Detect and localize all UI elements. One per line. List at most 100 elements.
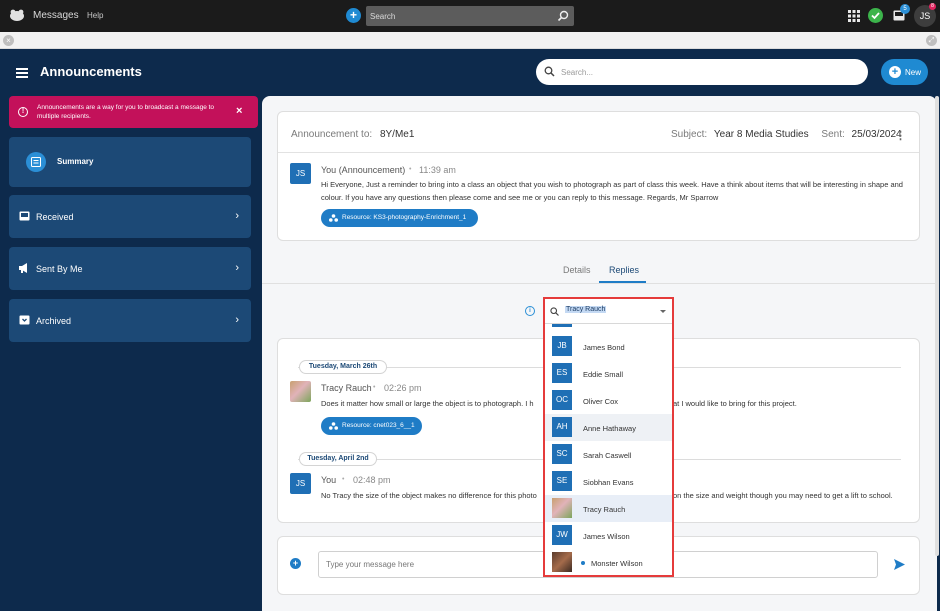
avatar <box>552 498 572 518</box>
recipient-select[interactable]: Tracy Rauch <box>545 299 672 324</box>
add-attachment-button[interactable]: + <box>290 558 301 569</box>
message-author: Tracy Rauch <box>321 383 372 393</box>
page-title: Announcements <box>40 64 142 79</box>
sidebar-item-label: Sent By Me <box>36 264 83 274</box>
list-item[interactable]: ES Eddie Small <box>545 360 672 387</box>
subject-label: Subject: <box>671 129 708 140</box>
resource-attachment[interactable]: Resource: KS3-photography-Enrichment_1 <box>321 209 478 227</box>
close-icon[interactable]: × <box>3 35 14 46</box>
resource-label: Resource: KS3-photography-Enrichment_1 <box>342 214 467 221</box>
list-icon <box>26 152 46 172</box>
separator-dot: • <box>373 384 376 391</box>
chevron-right-icon: › <box>235 262 239 274</box>
inbox-icon <box>19 211 30 221</box>
plus-icon: + <box>889 66 901 78</box>
sent-label: Sent: <box>821 129 845 140</box>
message-author: You <box>321 475 337 485</box>
tab-replies[interactable]: Replies <box>609 265 639 275</box>
recipient-name: Tracy Rauch <box>583 505 626 514</box>
search-icon <box>544 66 555 77</box>
separator-dot: • <box>342 476 345 483</box>
avatar: SC <box>552 444 572 464</box>
recipient-name: James Bond <box>583 343 625 352</box>
sidebar-item-label: Archived <box>36 316 72 326</box>
avatar: ES <box>552 363 572 383</box>
notification-badge: 8 <box>929 3 936 10</box>
top-bar: Messages Help + 5 JS 8 <box>0 0 940 32</box>
recipient-search-value[interactable]: Tracy Rauch <box>565 306 607 313</box>
list-item[interactable]: AH Anne Hathaway <box>545 414 672 441</box>
recipient-name: Siobhan Evans <box>583 478 634 487</box>
global-search-input[interactable] <box>370 6 550 26</box>
date-separator: Tuesday, March 26th <box>299 360 387 374</box>
recipient-name: James Wilson <box>583 532 630 541</box>
status-check-icon[interactable] <box>868 8 883 23</box>
tab-details[interactable]: Details <box>563 265 591 275</box>
more-options-icon[interactable]: ⋮ <box>895 129 906 142</box>
resource-icon <box>329 422 338 430</box>
info-icon: ! <box>18 107 28 117</box>
avatar: JW <box>552 525 572 545</box>
message-body: Does it matter how small or large the ob… <box>321 399 534 408</box>
search-icon[interactable] <box>557 10 569 22</box>
info-icon[interactable]: i <box>525 306 535 316</box>
announcement-to-value: 8Y/Me1 <box>379 129 415 140</box>
subject-value: Year 8 Media Studies <box>713 129 809 140</box>
app-logo-icon[interactable] <box>9 9 25 22</box>
list-item[interactable]: SC Sarah Caswell <box>545 441 672 468</box>
apps-grid-icon[interactable] <box>848 10 860 22</box>
announcement-meta: Subject: Year 8 Media Studies Sent: 25/0… <box>671 129 902 140</box>
list-item[interactable]: JW James Wilson <box>545 522 672 549</box>
sidebar-item-summary[interactable]: Summary <box>9 137 251 187</box>
search-icon <box>550 307 559 316</box>
recipient-name: Anne Hathaway <box>583 424 636 433</box>
recipient-dropdown[interactable]: Tracy Rauch JB James Bond ES Eddie Small… <box>543 297 674 577</box>
avatar: OC <box>552 390 572 410</box>
sidebar-item-received[interactable]: Received › <box>9 195 251 238</box>
megaphone-icon <box>19 263 27 273</box>
sidebar-item-sent-by-me[interactable]: Sent By Me › <box>9 247 251 290</box>
message-time: 11:39 am <box>419 165 456 175</box>
avatar: SE <box>552 471 572 491</box>
divider <box>262 283 937 284</box>
message-time: 02:26 pm <box>384 383 422 393</box>
scrollbar[interactable] <box>935 96 939 556</box>
announcement-card: Announcement to: 8Y/Me1 Subject: Year 8 … <box>277 111 920 241</box>
list-item[interactable]: Tracy Rauch <box>545 495 672 522</box>
message-body-tail: at I would like to bring for this projec… <box>673 399 797 408</box>
window-sub-bar: × ⤢ <box>0 32 940 49</box>
announcement-search <box>536 59 868 85</box>
announcement-to: Announcement to: 8Y/Me1 <box>291 129 414 140</box>
archive-icon <box>19 315 30 325</box>
help-link[interactable]: Help <box>87 11 103 20</box>
alert-close-button[interactable]: × <box>236 105 242 117</box>
new-announcement-button[interactable]: + New <box>881 59 928 85</box>
sidebar-item-label: Summary <box>57 157 94 166</box>
menu-icon[interactable] <box>16 68 28 78</box>
resource-attachment[interactable]: Resource: cnet023_6__1 <box>321 417 422 435</box>
quick-add-button[interactable]: + <box>346 8 361 23</box>
expand-icon[interactable]: ⤢ <box>926 35 937 46</box>
message-time: 02:48 pm <box>353 475 391 485</box>
list-item[interactable]: JB James Bond <box>545 333 672 360</box>
list-item[interactable]: Monster Wilson <box>545 549 672 575</box>
global-search <box>366 6 574 26</box>
divider <box>278 152 919 153</box>
unread-dot <box>581 561 585 565</box>
message-body: No Tracy the size of the object makes no… <box>321 491 537 500</box>
avatar: AH <box>552 417 572 437</box>
avatar <box>290 381 311 402</box>
avatar: JS <box>290 473 311 494</box>
list-item[interactable]: OC Oliver Cox <box>545 387 672 414</box>
send-icon[interactable] <box>894 559 905 570</box>
new-button-label: New <box>905 68 922 77</box>
alert-text: Announcements are a way for you to broad… <box>37 104 215 120</box>
list-item[interactable]: SE Siobhan Evans <box>545 468 672 495</box>
caret-up-icon[interactable] <box>660 310 666 313</box>
resource-label: Resource: cnet023_6__1 <box>342 422 415 429</box>
recipient-name: Eddie Small <box>583 370 624 379</box>
message-body: Hi Everyone, Just a reminder to bring in… <box>321 180 903 202</box>
sidebar-item-archived[interactable]: Archived › <box>9 299 251 342</box>
announcement-search-input[interactable] <box>561 62 851 82</box>
recipient-name: Oliver Cox <box>583 397 619 406</box>
